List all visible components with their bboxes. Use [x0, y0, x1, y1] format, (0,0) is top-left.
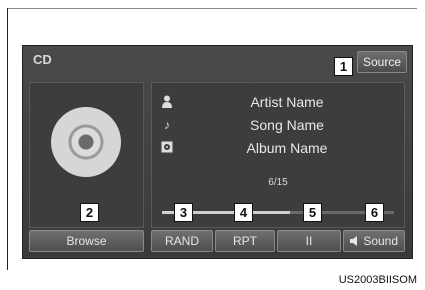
- music-note-icon: ♪: [164, 118, 170, 132]
- callout-4: 4: [234, 203, 253, 222]
- speaker-icon: [349, 236, 357, 246]
- song-row: ♪ Song Name: [152, 116, 404, 136]
- image-code: US2003BIISOM: [338, 274, 417, 286]
- cd-audio-screen: CD Source Artist Name ♪ Song Name Album …: [22, 45, 413, 259]
- source-button[interactable]: Source: [357, 51, 407, 73]
- song-name: Song Name: [250, 117, 324, 133]
- pause-button[interactable]: II: [277, 230, 341, 252]
- callout-5: 5: [303, 203, 322, 222]
- frame-left-line: [7, 8, 8, 270]
- sound-button[interactable]: Sound: [343, 230, 405, 252]
- sound-label: Sound: [363, 234, 399, 248]
- random-button[interactable]: RAND: [151, 230, 213, 252]
- track-count: 6/15: [268, 177, 288, 188]
- callout-1: 1: [334, 57, 353, 76]
- cd-disc-icon: [51, 107, 121, 177]
- callout-3: 3: [174, 203, 193, 222]
- callout-6: 6: [365, 203, 384, 222]
- progress-bar[interactable]: [162, 211, 394, 214]
- callout-2: 2: [80, 203, 99, 222]
- frame-top-line: [7, 8, 417, 9]
- album-row: Album Name: [152, 139, 404, 159]
- person-icon: [161, 95, 173, 109]
- album-icon: [161, 141, 173, 155]
- album-name: Album Name: [246, 140, 328, 156]
- repeat-button[interactable]: RPT: [215, 230, 275, 252]
- browse-button[interactable]: Browse: [29, 230, 144, 252]
- artist-name: Artist Name: [250, 94, 324, 110]
- screen-title: CD: [33, 52, 52, 67]
- artist-row: Artist Name: [152, 93, 404, 113]
